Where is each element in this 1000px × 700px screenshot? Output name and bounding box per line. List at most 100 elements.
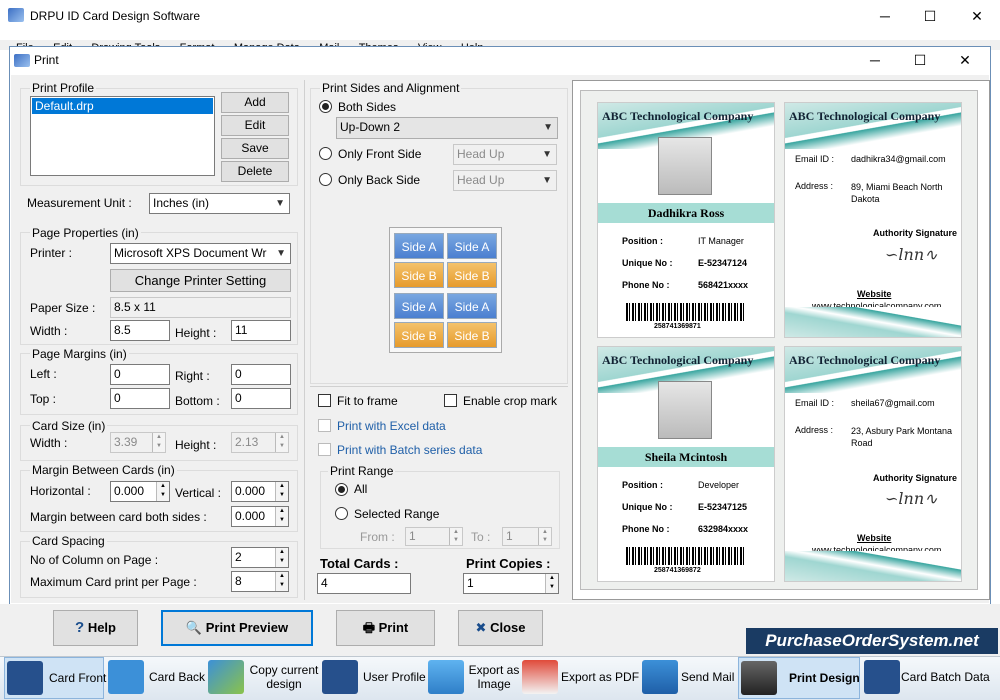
range-to-label: To : [471,530,491,544]
card-batch-tool[interactable]: Card Batch Data [862,657,998,699]
print-preview-button[interactable]: 🔍 Print Preview [161,610,313,646]
app-logo-icon [8,8,24,22]
side-b-tile: Side B [394,262,444,288]
user-profile-tool[interactable]: User Profile [320,657,426,699]
columns-value: 2 [235,550,242,564]
card-footer-wave [785,551,961,581]
help-button[interactable]: ? Help [53,610,138,646]
chevron-down-icon: ▼ [542,175,552,186]
print-design-label: Print Design [789,671,860,685]
max-cards-value: 8 [235,574,242,588]
left-margin-input[interactable]: 0 [110,364,170,385]
export-image-icon [428,660,464,694]
front-side-label: Only Front Side [338,147,422,161]
page-width-input[interactable]: 8.5 [110,320,170,341]
card-batch-icon [864,660,900,694]
side-b-tile: Side B [394,322,444,348]
vertical-margin-value: 0.000 [235,484,266,498]
range-selected-label: Selected Range [354,507,440,521]
spin-arrows-icon[interactable]: ▲ ▼ [275,482,288,501]
save-profile-button[interactable]: Save [221,138,289,159]
dialog-minimize-icon[interactable]: ─ [860,50,890,70]
spin-arrows-icon[interactable]: ▲ ▼ [545,574,558,593]
total-cards-label: Total Cards : [320,556,399,571]
dialog-maximize-icon[interactable]: ☐ [905,50,935,70]
print-copies-value: 1 [467,576,474,590]
right-margin-input[interactable]: 0 [231,364,291,385]
spin-arrows-icon[interactable]: ▲ ▼ [275,548,288,567]
send-mail-tool[interactable]: Send Mail [640,657,736,699]
height-label: Height : [175,326,217,340]
vertical-margin-input[interactable]: 0.000 ▲ ▼ [231,481,289,502]
delete-profile-button[interactable]: Delete [221,161,289,182]
email-value: sheila67@gmail.com [851,398,935,408]
printer-value: Microsoft XPS Document Wr [114,246,267,260]
copy-design-tool[interactable]: Copy current design [206,657,318,699]
spin-arrows-icon[interactable]: ▲ ▼ [156,482,169,501]
range-from-value: 1 [409,529,416,543]
phone-value: 568421xxxx [698,280,749,290]
profile-list-item[interactable]: Default.drp [32,98,213,114]
chevron-down-icon: ▼ [542,149,552,160]
back-side-radio[interactable] [319,173,332,186]
close-icon[interactable]: ✕ [962,6,992,26]
both-sides-margin-input[interactable]: 0.000 ▲ ▼ [231,506,289,527]
help-icon: ? [75,619,85,636]
print-profile-label: Print Profile [30,81,97,95]
range-to-input: 1 ▲ ▼ [502,527,552,546]
export-image-label: Export as Image [468,663,520,691]
measurement-unit-select[interactable]: Inches (in) ▼ [149,193,290,214]
excel-data-checkbox[interactable] [318,419,331,432]
profile-list[interactable]: Default.drp [30,96,215,176]
card-back-tool[interactable]: Card Back [106,657,205,699]
position-label: Position : [622,236,663,246]
card-front-tool[interactable]: Card Front [4,657,106,699]
printer-select[interactable]: Microsoft XPS Document Wr ▼ [110,243,291,264]
export-pdf-label: Export as PDF [561,670,640,684]
back-side-select: Head Up ▼ [453,170,557,191]
app-title: DRPU ID Card Design Software [30,9,201,23]
authority-signature-label: Authority Signature [873,473,958,483]
fit-to-frame-checkbox[interactable] [318,394,331,407]
crop-mark-checkbox[interactable] [444,394,457,407]
maximize-icon[interactable]: ☐ [915,6,945,26]
authority-signature-label: Authority Signature [873,228,958,238]
both-sides-radio[interactable] [319,100,332,113]
export-pdf-icon [522,660,558,694]
spin-arrows-icon[interactable]: ▲ ▼ [275,507,288,526]
fit-to-frame-label: Fit to frame [337,394,398,408]
address-value: 89, Miami Beach North Dakota [851,182,943,204]
top-margin-input[interactable]: 0 [110,388,170,409]
phone-value: 632984xxxx [698,524,749,534]
batch-data-checkbox[interactable] [318,443,331,456]
both-sides-select[interactable]: Up-Down 2 ▼ [336,117,558,139]
print-design-tool[interactable]: Print Design [738,657,860,699]
card-footer-wave [785,307,961,337]
unique-no-value: E-52347125 [698,502,748,512]
minimize-icon[interactable]: ─ [870,6,900,26]
user-profile-icon [322,660,358,694]
printer-icon: 🖶 [362,620,376,635]
edit-profile-button[interactable]: Edit [221,115,289,136]
print-copies-input[interactable]: 1 ▲ ▼ [463,573,559,594]
max-cards-input[interactable]: 8 ▲ ▼ [231,571,289,592]
barcode-number: 258741369872 [654,567,701,574]
export-image-tool[interactable]: Export as Image [426,657,520,699]
export-pdf-tool[interactable]: Export as PDF [520,657,640,699]
back-side-value: Head Up [457,173,505,187]
dialog-close-icon[interactable]: ✕ [950,50,980,70]
both-sides-value: Up-Down 2 [340,120,401,134]
close-button[interactable]: ✖ Close [458,610,543,646]
columns-input[interactable]: 2 ▲ ▼ [231,547,289,568]
horizontal-margin-input[interactable]: 0.000 ▲ ▼ [110,481,170,502]
change-printer-setting-button[interactable]: Change Printer Setting [110,269,291,292]
spin-arrows-icon[interactable]: ▲ ▼ [275,572,288,591]
excel-data-label: Print with Excel data [337,419,446,433]
range-all-radio[interactable] [335,483,348,496]
print-button[interactable]: 🖶 Print [336,610,435,646]
bottom-margin-input[interactable]: 0 [231,388,291,409]
add-profile-button[interactable]: Add [221,92,289,113]
page-height-input[interactable]: 11 [231,320,291,341]
front-side-radio[interactable] [319,147,332,160]
range-selected-radio[interactable] [335,507,348,520]
